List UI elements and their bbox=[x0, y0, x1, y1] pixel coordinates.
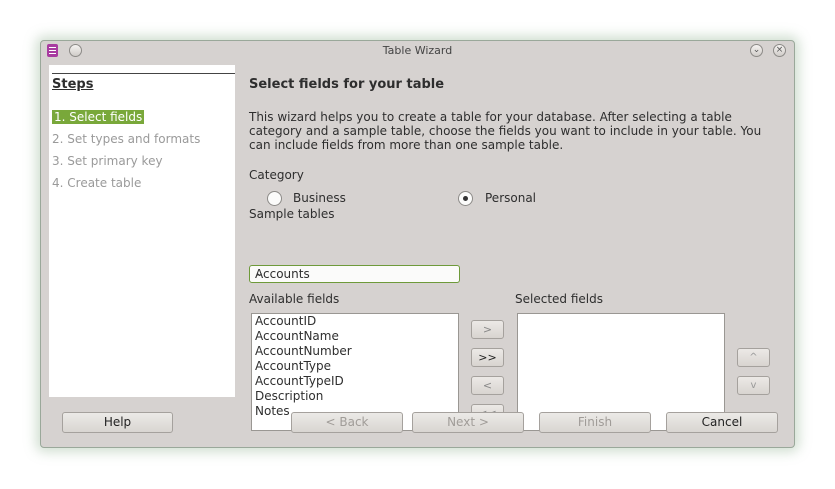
cancel-button[interactable]: Cancel bbox=[666, 412, 778, 433]
add-all-fields-button[interactable]: >> bbox=[471, 348, 504, 367]
list-item[interactable]: AccountNumber bbox=[255, 344, 352, 358]
close-icon[interactable]: × bbox=[773, 44, 786, 57]
chevron-down-icon: ⌄ bbox=[255, 266, 265, 279]
category-label: Category bbox=[249, 168, 304, 182]
business-label[interactable]: Business bbox=[293, 191, 346, 205]
list-item[interactable]: AccountID bbox=[255, 314, 316, 328]
list-item[interactable]: AccountType bbox=[255, 359, 331, 373]
table-wizard-window: Table Wizard ⌄ × Steps 1. Select fields … bbox=[40, 40, 795, 448]
add-field-button[interactable]: > bbox=[471, 320, 504, 339]
move-up-button[interactable]: ^ bbox=[737, 348, 770, 367]
business-radio[interactable] bbox=[267, 191, 282, 206]
step-create-table[interactable]: 4. Create table bbox=[52, 176, 141, 190]
available-fields-label: Available fields bbox=[249, 292, 340, 306]
steps-title: Steps bbox=[52, 77, 94, 92]
step-select-fields[interactable]: 1. Select fields bbox=[52, 110, 145, 124]
step-set-types[interactable]: 2. Set types and formats bbox=[52, 132, 200, 146]
steps-divider bbox=[52, 73, 235, 74]
window-title: Table Wizard bbox=[382, 44, 453, 57]
sample-tables-label: Sample tables bbox=[249, 207, 335, 221]
move-down-button[interactable]: v bbox=[737, 376, 770, 395]
minimize-icon[interactable]: ⌄ bbox=[750, 44, 763, 57]
back-button[interactable]: < Back bbox=[291, 412, 403, 433]
sample-tables-select[interactable]: Accounts ⌄ bbox=[249, 265, 460, 283]
list-item[interactable]: AccountTypeID bbox=[255, 374, 344, 388]
remove-field-button[interactable]: < bbox=[471, 376, 504, 395]
next-button[interactable]: Next > bbox=[412, 412, 524, 433]
steps-pane: Steps 1. Select fields 2. Set types and … bbox=[49, 65, 235, 397]
selected-fields-label: Selected fields bbox=[515, 292, 603, 306]
list-item[interactable]: Notes bbox=[255, 404, 290, 418]
help-button[interactable]: Help bbox=[62, 412, 173, 433]
intro-text: This wizard helps you to create a table … bbox=[249, 110, 762, 152]
personal-label[interactable]: Personal bbox=[485, 191, 536, 205]
personal-radio[interactable] bbox=[458, 191, 473, 206]
title-bar: Table Wizard ⌄ × bbox=[41, 41, 794, 61]
list-item[interactable]: Description bbox=[255, 389, 323, 403]
step-primary-key[interactable]: 3. Set primary key bbox=[52, 154, 163, 168]
main-pane: Select fields for your table This wizard… bbox=[249, 65, 789, 431]
list-item[interactable]: AccountName bbox=[255, 329, 339, 343]
finish-button[interactable]: Finish bbox=[539, 412, 651, 433]
page-heading: Select fields for your table bbox=[249, 77, 445, 92]
